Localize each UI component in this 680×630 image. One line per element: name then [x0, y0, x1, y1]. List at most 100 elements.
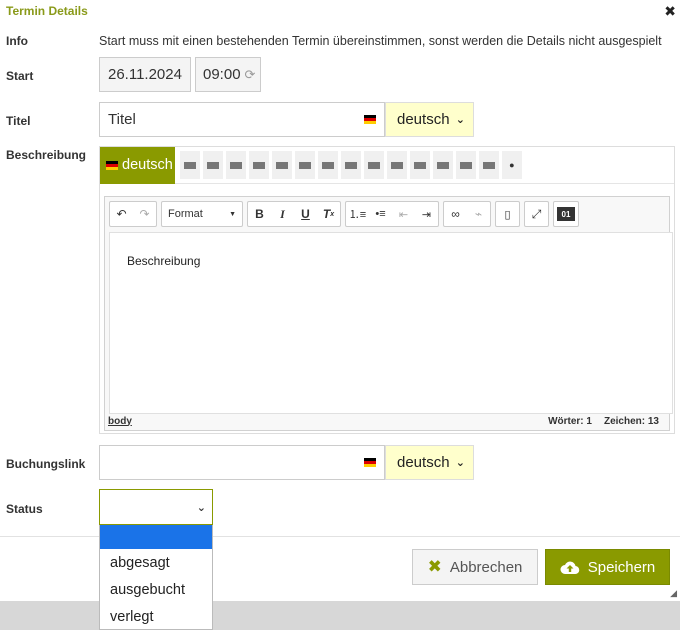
flag-icon — [183, 161, 196, 169]
flag-icon — [390, 161, 403, 169]
source-group: 01 — [553, 201, 579, 227]
start-date-input[interactable]: 26.11.2024 — [99, 57, 191, 92]
status-select[interactable]: ⌄ — [99, 489, 213, 525]
link-icon[interactable]: ∞ — [444, 202, 467, 226]
maximize-group: ⤢ — [524, 201, 549, 227]
save-button[interactable]: Speichern — [545, 549, 670, 585]
german-flag-icon — [106, 160, 118, 170]
tab-language-it[interactable] — [225, 151, 246, 179]
cancel-button[interactable]: ✖ Abbrechen — [412, 549, 538, 585]
tab-language-sk[interactable] — [294, 151, 315, 179]
status-option-abgesagt[interactable]: abgesagt — [100, 549, 212, 576]
start-time-input[interactable]: 09:00 ⟳ — [195, 57, 261, 92]
titel-language-select[interactable]: deutsch ⌄ — [385, 102, 474, 137]
tab-language-fi[interactable] — [409, 151, 430, 179]
resize-grip-icon[interactable]: ◢ — [670, 588, 677, 599]
flag-icon — [413, 161, 426, 169]
flag-icon: ● — [509, 160, 515, 170]
numbered-list-icon[interactable]: ⒈≡ — [346, 202, 369, 226]
tab-language-pl[interactable] — [340, 151, 361, 179]
status-option-verlegt[interactable]: verlegt — [100, 603, 212, 630]
start-time-value: 09:00 — [203, 66, 241, 83]
editor-content-text: Beschreibung — [127, 254, 201, 268]
tab-language-cz[interactable] — [271, 151, 292, 179]
status-label: Status — [6, 502, 43, 516]
tab-language-nl[interactable] — [248, 151, 269, 179]
german-flag-icon — [364, 458, 376, 467]
remove-format-icon[interactable]: Tx — [317, 202, 340, 226]
list-group: ⒈≡ •≡ ⇤ ⇥ — [345, 201, 439, 227]
format-dropdown[interactable]: Format ▼ — [161, 201, 243, 227]
tab-language-tr[interactable] — [455, 151, 476, 179]
char-count: Zeichen: 13 — [603, 415, 659, 427]
chevron-down-icon: ⌄ — [196, 501, 206, 514]
tab-language-dk[interactable] — [432, 151, 453, 179]
beschreibung-editor: deutsch ● ↶ ↷ Format ▼ B I U T x ⒈≡ •≡ ⇤… — [99, 146, 675, 434]
language-tabs: deutsch ● — [100, 146, 674, 184]
indent-icon[interactable]: ⇥ — [415, 202, 438, 226]
flag-icon — [482, 161, 495, 169]
close-icon[interactable]: ✖ — [664, 3, 676, 20]
flag-icon — [252, 161, 265, 169]
tab-language-hu[interactable] — [363, 151, 384, 179]
editor-content-area[interactable]: Beschreibung — [109, 232, 673, 414]
close-icon: ✖ — [427, 557, 442, 576]
caret-down-icon: ▼ — [229, 210, 236, 218]
format-label: Format — [168, 208, 203, 220]
buchungslink-language-value: deutsch — [397, 454, 450, 471]
status-option-empty[interactable] — [100, 525, 212, 549]
buchungslink-input[interactable] — [99, 445, 385, 480]
save-button-label: Speichern — [587, 558, 656, 576]
paste-group: ▯ — [495, 201, 520, 227]
chevron-down-icon: ⌄ — [455, 114, 465, 126]
titel-language-value: deutsch — [397, 111, 450, 128]
beschreibung-label: Beschreibung — [6, 148, 87, 162]
flag-icon — [436, 161, 449, 169]
editor-statusbar: body Wörter: 1 Zeichen: 13 — [105, 412, 669, 430]
word-count: Wörter: 1 — [548, 415, 592, 427]
flag-icon — [367, 161, 380, 169]
history-group: ↶ ↷ — [109, 201, 157, 227]
paste-icon[interactable]: ▯ — [496, 202, 519, 226]
bulleted-list-icon[interactable]: •≡ — [369, 202, 392, 226]
tab-language-se[interactable] — [386, 151, 407, 179]
tab-deutsch-label: deutsch — [122, 157, 173, 173]
start-label: Start — [6, 69, 34, 83]
flag-icon — [298, 161, 311, 169]
titel-input[interactable]: Titel — [99, 102, 385, 137]
tab-deutsch[interactable]: deutsch — [100, 146, 175, 184]
format-dropdown-inner: Format ▼ — [162, 202, 242, 226]
buchungslink-language-select[interactable]: deutsch ⌄ — [385, 445, 474, 480]
info-label: Info — [6, 34, 28, 48]
cloud-upload-icon — [560, 561, 579, 575]
bold-icon[interactable]: B — [248, 202, 271, 226]
refresh-icon[interactable]: ⟳ — [245, 67, 256, 83]
info-text: Start muss mit einen bestehenden Termin … — [99, 34, 662, 48]
maximize-icon[interactable]: ⤢ — [525, 202, 548, 226]
unlink-icon[interactable]: ⌁ — [467, 202, 490, 226]
rich-text-editor: ↶ ↷ Format ▼ B I U Tx ⒈≡ •≡ ⇤ ⇥ ∞ ⌁ ▯ ⤢ … — [104, 196, 673, 431]
link-group: ∞ ⌁ — [443, 201, 491, 227]
flag-icon — [206, 161, 219, 169]
element-path-body[interactable]: body — [108, 416, 132, 427]
tab-language-ru[interactable] — [317, 151, 338, 179]
underline-icon[interactable]: U — [294, 202, 317, 226]
tab-language-jp[interactable]: ● — [501, 151, 522, 179]
flag-icon — [275, 161, 288, 169]
chevron-down-icon: ⌄ — [455, 457, 465, 469]
editor-toolbar: ↶ ↷ Format ▼ B I U Tx ⒈≡ •≡ ⇤ ⇥ ∞ ⌁ ▯ ⤢ … — [105, 197, 669, 231]
tab-language-en[interactable] — [179, 151, 200, 179]
undo-icon[interactable]: ↶ — [110, 202, 133, 226]
flag-icon — [321, 161, 334, 169]
redo-icon[interactable]: ↷ — [133, 202, 156, 226]
outdent-icon[interactable]: ⇤ — [392, 202, 415, 226]
tab-language-eg[interactable] — [478, 151, 499, 179]
tab-language-fr[interactable] — [202, 151, 223, 179]
titel-value: Titel — [108, 111, 136, 128]
basicstyles-group: B I U Tx — [247, 201, 341, 227]
italic-icon[interactable]: I — [271, 202, 294, 226]
status-option-ausgebucht[interactable]: ausgebucht — [100, 576, 212, 603]
start-date-value: 26.11.2024 — [108, 66, 182, 83]
source-icon[interactable]: 01 — [557, 207, 575, 221]
status-dropdown-list: abgesagt ausgebucht verlegt — [99, 525, 213, 630]
